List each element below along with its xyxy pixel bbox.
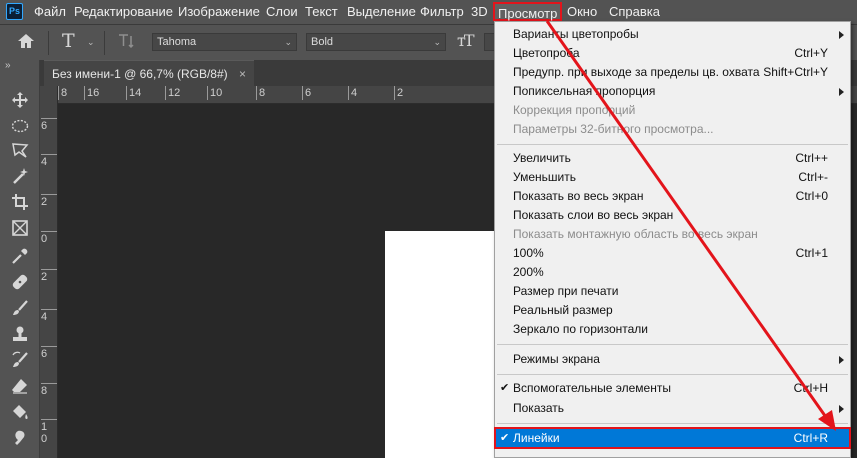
menu-separator [497, 423, 848, 424]
text-orientation-icon[interactable] [116, 32, 136, 53]
font-style-select[interactable]: Bold ⌄ [306, 33, 446, 51]
submenu-arrow-icon [839, 356, 844, 364]
separator [104, 31, 105, 55]
document-canvas[interactable] [385, 231, 495, 458]
move-icon[interactable] [9, 90, 31, 110]
ruler-tick: 12 [165, 86, 180, 100]
menu-item-screen-mode[interactable]: Режимы экрана [495, 350, 850, 369]
checkmark-icon: ✔ [500, 432, 510, 444]
menu-3d[interactable]: 3D [471, 4, 488, 19]
stamp-icon[interactable] [9, 324, 31, 344]
menu-separator [497, 144, 848, 145]
home-icon[interactable] [16, 32, 36, 53]
menu-item-200-percent[interactable]: 200% [495, 263, 850, 282]
menu-item-actual-size[interactable]: Реальный размер [495, 301, 850, 320]
menu-separator [497, 374, 848, 375]
menu-separator [497, 344, 848, 345]
menu-item-fit-on-screen[interactable]: Показать во весь экран Ctrl+0 [495, 187, 850, 206]
ruler-tick: 1 0 [41, 419, 57, 445]
menu-item-rulers[interactable]: ✔ Линейки Ctrl+R [494, 427, 851, 449]
chevron-down-icon: ⌄ [284, 37, 292, 47]
marquee-icon[interactable] [9, 116, 31, 136]
view-menu-dropdown: Варианты цветопробы Цветопроба Ctrl+Y Пре… [494, 21, 851, 458]
menu-item-pixel-aspect-correction: Коррекция пропорций [513, 103, 636, 117]
separator [48, 31, 49, 55]
menu-item-fit-artboard: Показать монтажную область во весь экран [513, 227, 758, 241]
menu-item-print-size[interactable]: Размер при печати [495, 282, 850, 301]
menu-layers[interactable]: Слои [266, 4, 298, 19]
magic-wand-icon[interactable] [9, 166, 31, 186]
menu-filter[interactable]: Фильтр [420, 4, 464, 19]
menu-item-flip-horizontal[interactable]: Зеркало по горизонтали [495, 320, 850, 339]
ruler-tick: 8 [41, 383, 57, 397]
eyedropper-icon[interactable] [9, 246, 31, 266]
menu-item-fit-layers[interactable]: Показать слои во весь экран [495, 206, 850, 225]
menu-item-proof-colors[interactable]: Цветопроба Ctrl+Y [495, 44, 850, 63]
menu-select[interactable]: Выделение [347, 4, 416, 19]
chevron-down-icon: ⌄ [433, 37, 441, 47]
ruler-tick: 6 [41, 118, 57, 132]
ruler-tick: 2 [394, 86, 403, 100]
type-tool-icon[interactable]: T [62, 30, 75, 52]
lasso-icon[interactable] [9, 140, 31, 160]
menu-item-pixel-aspect-ratio[interactable]: Попиксельная пропорция [495, 82, 850, 101]
ruler-tick: 4 [41, 154, 57, 168]
toolbar-panel: » [0, 60, 40, 458]
menu-edit[interactable]: Редактирование [74, 4, 173, 19]
font-family-select[interactable]: Tahoma ⌄ [152, 33, 297, 51]
menu-window[interactable]: Окно [567, 4, 597, 19]
checkmark-icon: ✔ [500, 382, 510, 394]
menu-item-32bit-preview: Параметры 32-битного просмотра... [513, 122, 714, 136]
ruler-tick: 2 [41, 269, 57, 283]
ruler-tick: 8 [58, 86, 67, 100]
ruler-tick: 14 [126, 86, 141, 100]
font-size-icon: тT [457, 31, 474, 50]
paint-bucket-icon[interactable] [9, 402, 31, 422]
crop-icon[interactable] [9, 192, 31, 212]
ruler-tick: 10 [207, 86, 222, 100]
document-tab[interactable]: Без имени-1 @ 66,7% (RGB/8#) × [44, 60, 254, 86]
healing-icon[interactable] [9, 272, 31, 292]
menu-help[interactable]: Справка [609, 4, 660, 19]
menu-image[interactable]: Изображение [178, 4, 260, 19]
close-icon[interactable]: × [239, 61, 246, 87]
submenu-arrow-icon [839, 31, 844, 39]
menu-item-proof-setup[interactable]: Варианты цветопробы [495, 25, 850, 44]
frame-icon[interactable] [9, 218, 31, 238]
menu-view[interactable]: Просмотр [493, 2, 563, 21]
ruler-tick: 4 [41, 309, 57, 323]
vertical-ruler[interactable]: 6 4 2 0 2 4 6 8 1 0 [40, 86, 58, 458]
submenu-arrow-icon [839, 405, 844, 413]
menu-item-gamut-warning[interactable]: Предупр. при выходе за пределы цв. охват… [495, 63, 850, 82]
menu-item-zoom-in[interactable]: Увеличить Ctrl++ [495, 149, 850, 168]
submenu-arrow-icon [839, 88, 844, 96]
menu-type[interactable]: Текст [305, 4, 338, 19]
ruler-tick: 2 [41, 194, 57, 208]
photoshop-logo-icon: Ps [6, 3, 23, 20]
ruler-tick: 6 [302, 86, 311, 100]
ruler-tick: 8 [256, 86, 265, 100]
menu-item-extras[interactable]: ✔ Вспомогательные элементы Ctrl+H [495, 379, 850, 398]
document-title: Без имени-1 @ 66,7% (RGB/8#) [52, 67, 228, 81]
brush-icon[interactable] [9, 298, 31, 318]
collapse-panel-icon[interactable]: » [5, 60, 10, 71]
history-brush-icon[interactable] [9, 350, 31, 370]
eraser-icon[interactable] [9, 376, 31, 396]
smudge-icon[interactable] [9, 428, 31, 448]
menu-item-zoom-out[interactable]: Уменьшить Ctrl+- [495, 168, 850, 187]
menu-item-show[interactable]: Показать [495, 399, 850, 418]
chevron-down-icon[interactable]: ⌄ [87, 37, 95, 48]
menu-item-100-percent[interactable]: 100% Ctrl+1 [495, 244, 850, 263]
ruler-tick: 0 [41, 231, 57, 245]
menu-file[interactable]: Файл [34, 4, 66, 19]
ruler-tick: 4 [348, 86, 357, 100]
ruler-tick: 16 [84, 86, 99, 100]
ruler-tick: 6 [41, 346, 57, 360]
